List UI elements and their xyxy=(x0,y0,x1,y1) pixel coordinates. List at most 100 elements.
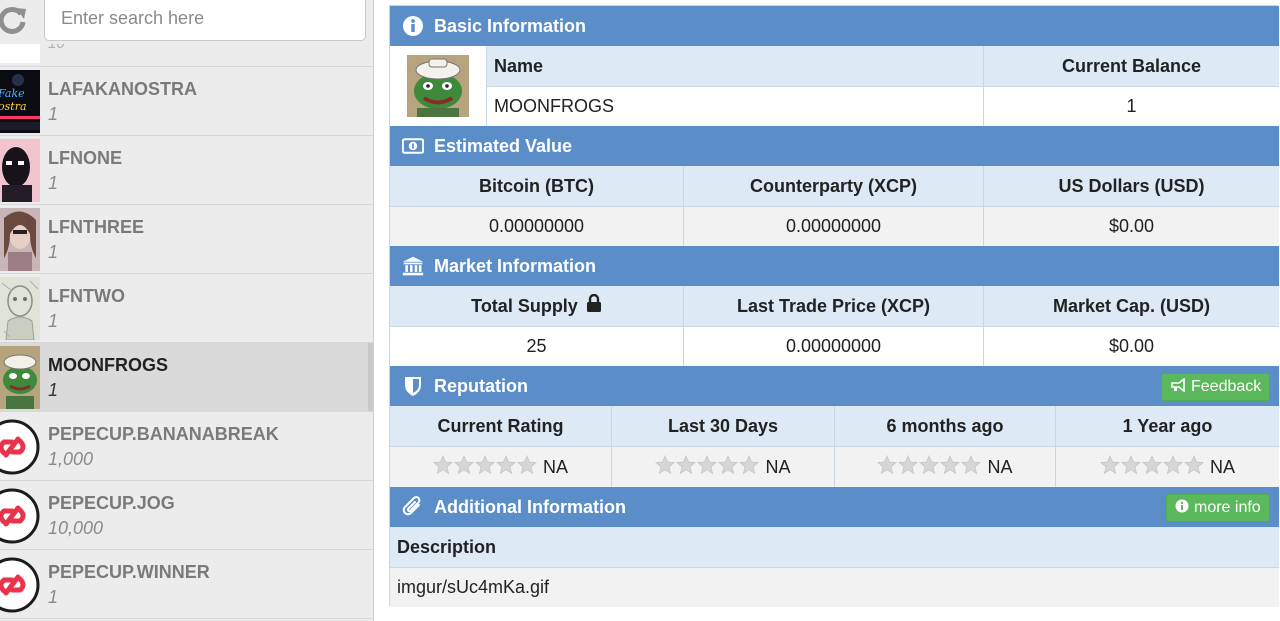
star-icon xyxy=(432,454,453,480)
asset-list-item[interactable]: PEPECUP.WINNER 1 xyxy=(0,550,373,619)
current-balance-label: Current Balance xyxy=(984,46,1279,86)
rating-cell: NA xyxy=(612,446,834,487)
asset-list-item[interactable]: PEPECUP.JOG 10,000 xyxy=(0,481,373,550)
asset-sidebar: 10 Fake ostra LAFAKANOSTRA 1 xyxy=(0,0,374,621)
asset-name: MOONFROGS xyxy=(48,355,168,375)
section-title: Reputation xyxy=(434,376,528,396)
star-icon xyxy=(453,454,474,480)
rating-value: NA xyxy=(542,457,568,477)
more-info-button[interactable]: more info xyxy=(1166,494,1270,522)
asset-thumbnail xyxy=(0,139,40,202)
asset-list-item[interactable]: LFNTWO 1 xyxy=(0,274,373,343)
sidebar-toolbar xyxy=(0,0,373,44)
asset-quantity: 1 xyxy=(48,104,59,124)
asset-quantity: 1,000 xyxy=(48,449,94,469)
bank-icon xyxy=(402,255,424,277)
star-icon xyxy=(697,454,718,480)
rating-cell: NA xyxy=(390,446,611,487)
star-rating xyxy=(655,454,760,480)
asset-name: LFNTHREE xyxy=(48,217,144,237)
last-trade-price-label: Last Trade Price (XCP) xyxy=(684,286,983,326)
star-icon xyxy=(495,454,516,480)
info-circle-icon xyxy=(1175,499,1189,518)
rating-column-header: Last 30 Days xyxy=(612,406,834,446)
svg-text:ostra: ostra xyxy=(0,100,27,113)
megaphone-icon xyxy=(1170,376,1186,397)
reputation-header: Reputation Feedback xyxy=(390,366,1279,406)
lock-icon xyxy=(586,293,602,318)
divider xyxy=(390,446,1279,447)
rating-column-header: Current Rating xyxy=(390,406,611,446)
usd-value: $0.00 xyxy=(984,206,1279,246)
star-icon xyxy=(1183,454,1204,480)
asset-name-value: MOONFROGS xyxy=(487,86,983,126)
divider xyxy=(390,326,1279,327)
section-title: Basic Information xyxy=(434,16,587,36)
asset-name: LAFAKANOSTRA xyxy=(48,79,197,99)
star-icon xyxy=(474,454,495,480)
asset-list-item[interactable]: Fake ostra LAFAKANOSTRA 1 xyxy=(0,67,373,136)
info-circle-icon xyxy=(402,15,424,37)
feedback-label: Feedback xyxy=(1191,378,1262,395)
xcp-value: 0.00000000 xyxy=(684,206,983,246)
asset-thumbnail xyxy=(0,208,40,271)
name-label: Name xyxy=(487,46,983,86)
asset-quantity: 1 xyxy=(48,587,59,607)
refresh-icon[interactable] xyxy=(0,0,28,40)
market-info-header: Market Information xyxy=(390,246,1279,286)
asset-name: LFNTWO xyxy=(48,286,125,306)
asset-name: PEPECUP.JOG xyxy=(48,493,175,513)
basic-info-header: Basic Information xyxy=(390,6,1279,46)
star-rating xyxy=(1099,454,1204,480)
rating-value: NA xyxy=(987,457,1013,477)
rating-column-header: 1 Year ago xyxy=(1056,406,1279,446)
description-label: Description xyxy=(390,527,1279,567)
star-icon xyxy=(898,454,919,480)
btc-label: Bitcoin (BTC) xyxy=(390,166,683,206)
asset-quantity: 10,000 xyxy=(48,518,104,538)
divider xyxy=(487,86,1279,87)
feedback-button[interactable]: Feedback xyxy=(1161,373,1271,401)
more-info-label: more info xyxy=(1194,499,1261,516)
total-supply-label-cell: Total Supply xyxy=(390,286,683,326)
asset-detail-panel: Basic Information Name Current Balance M… xyxy=(389,5,1279,607)
rating-value: NA xyxy=(1209,457,1235,477)
counterparty-logo-icon xyxy=(0,484,42,547)
asset-list-item[interactable]: PEPECUP.BANANABREAK 1,000 xyxy=(0,412,373,481)
star-icon xyxy=(919,454,940,480)
asset-list-item[interactable]: LFNTHREE 1 xyxy=(0,205,373,274)
star-icon xyxy=(961,454,982,480)
star-icon xyxy=(739,454,760,480)
rating-cell: NA xyxy=(1056,446,1279,487)
paperclip-icon xyxy=(402,496,424,518)
shield-icon xyxy=(402,375,424,397)
star-icon xyxy=(1141,454,1162,480)
star-icon xyxy=(718,454,739,480)
star-icon xyxy=(1120,454,1141,480)
asset-thumbnail xyxy=(0,346,40,409)
usd-label: US Dollars (USD) xyxy=(984,166,1279,206)
asset-list-item-selected[interactable]: MOONFROGS 1 xyxy=(0,343,373,412)
star-icon xyxy=(877,454,898,480)
selection-indicator xyxy=(368,343,373,411)
current-balance-value: 1 xyxy=(984,86,1279,126)
total-supply-label: Total Supply xyxy=(471,295,578,316)
asset-quantity: 1 xyxy=(48,380,59,400)
estimated-value-header: Estimated Value xyxy=(390,126,1279,166)
asset-list-item[interactable]: LFNONE 1 xyxy=(0,136,373,205)
asset-thumbnail: Fake ostra xyxy=(0,70,40,133)
asset-quantity: 1 xyxy=(48,242,59,262)
star-icon xyxy=(940,454,961,480)
asset-thumbnail xyxy=(0,277,40,340)
xcp-label: Counterparty (XCP) xyxy=(684,166,983,206)
asset-name: LFNONE xyxy=(48,148,122,168)
search-input[interactable] xyxy=(44,0,366,41)
section-title: Estimated Value xyxy=(434,136,573,156)
counterparty-logo-icon xyxy=(0,415,42,478)
star-icon xyxy=(1099,454,1120,480)
asset-quantity: 1 xyxy=(48,173,59,193)
svg-text:Fake: Fake xyxy=(0,87,25,100)
total-supply-value: 25 xyxy=(390,326,683,366)
rating-value: NA xyxy=(765,457,791,477)
description-value: imgur/sUc4mKa.gif xyxy=(390,568,1279,607)
